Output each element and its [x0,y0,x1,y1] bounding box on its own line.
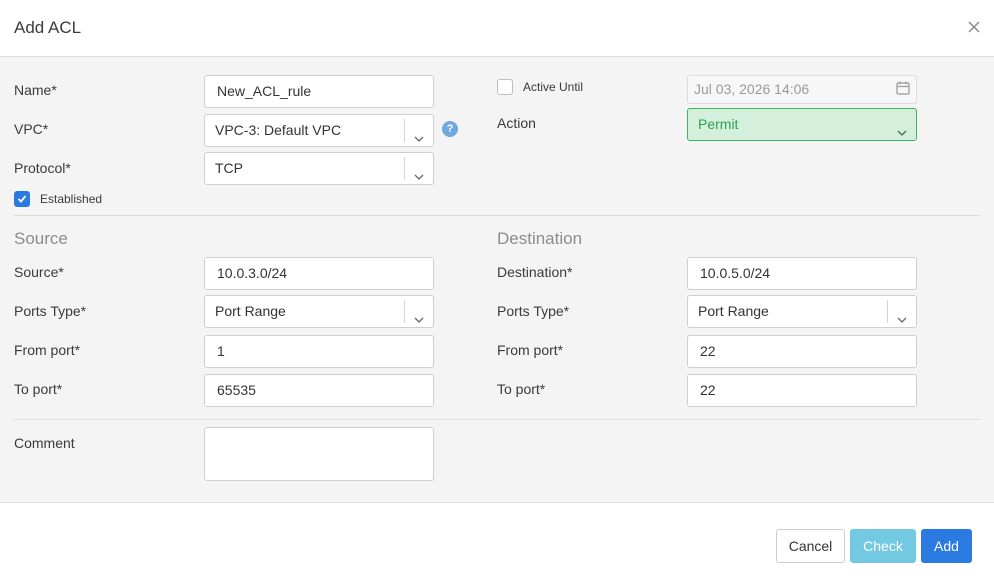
source-address-label: Source* [14,264,64,280]
comment-label: Comment [14,435,75,451]
vpc-select-value: VPC-3: Default VPC [215,122,342,138]
checkmark-icon [17,195,27,203]
help-icon[interactable]: ? [442,121,458,137]
destination-to-port-input[interactable]: 22 [687,374,917,407]
select-divider [404,300,405,323]
section-divider [14,419,980,420]
vpc-label: VPC* [14,121,49,137]
protocol-select[interactable]: TCP [204,152,434,185]
destination-ports-type-value: Port Range [698,303,769,319]
name-label: Name* [14,82,57,98]
active-until-checkbox[interactable] [497,79,513,95]
calendar-icon[interactable] [896,81,910,95]
destination-ports-type-select[interactable]: Port Range [687,295,917,328]
action-label: Action [497,115,536,131]
select-divider [404,157,405,180]
chevron-down-icon [896,306,908,323]
action-select[interactable]: Permit [687,108,917,141]
chevron-down-icon [413,163,425,180]
name-input[interactable]: New_ACL_rule [204,75,434,108]
destination-from-port-input[interactable]: 22 [687,335,917,368]
destination-address-label: Destination* [497,264,573,280]
dialog-header: Add ACL [0,0,994,57]
active-until-value: Jul 03, 2026 14:06 [694,81,810,97]
active-until-input[interactable]: Jul 03, 2026 14:06 [687,75,917,104]
dialog-body: Name* New_ACL_rule VPC* VPC-3: Default V… [0,57,994,503]
source-ports-type-select[interactable]: Port Range [204,295,434,328]
source-section-title: Source [14,229,68,248]
source-from-port-label: From port* [14,342,81,358]
add-button[interactable]: Add [921,529,972,563]
established-label: Established [40,192,103,206]
chevron-down-icon [896,119,908,136]
check-button[interactable]: Check [850,529,916,563]
destination-to-port-label: To port* [497,381,546,397]
vpc-select[interactable]: VPC-3: Default VPC [204,114,434,147]
destination-from-port-label: From port* [497,342,564,358]
destination-address-input[interactable]: 10.0.5.0/24 [687,257,917,290]
source-to-port-label: To port* [14,381,63,397]
protocol-label: Protocol* [14,160,71,176]
cancel-button[interactable]: Cancel [776,529,845,563]
comment-textarea[interactable] [204,427,434,481]
action-select-value: Permit [698,116,739,132]
source-ports-type-label: Ports Type* [14,303,87,319]
destination-ports-type-label: Ports Type* [497,303,570,319]
source-to-port-input[interactable]: 65535 [204,374,434,407]
chevron-down-icon [413,306,425,323]
dialog-title: Add ACL [14,18,82,37]
select-divider [404,119,405,142]
source-ports-type-value: Port Range [215,303,286,319]
active-until-label: Active Until [523,80,584,94]
close-icon[interactable] [964,17,984,37]
established-checkbox[interactable] [14,191,30,207]
select-divider [887,300,888,323]
source-from-port-input[interactable]: 1 [204,335,434,368]
protocol-select-value: TCP [215,160,243,176]
destination-section-title: Destination [497,229,583,248]
section-divider [14,215,980,216]
chevron-down-icon [413,125,425,142]
source-address-input[interactable]: 10.0.3.0/24 [204,257,434,290]
